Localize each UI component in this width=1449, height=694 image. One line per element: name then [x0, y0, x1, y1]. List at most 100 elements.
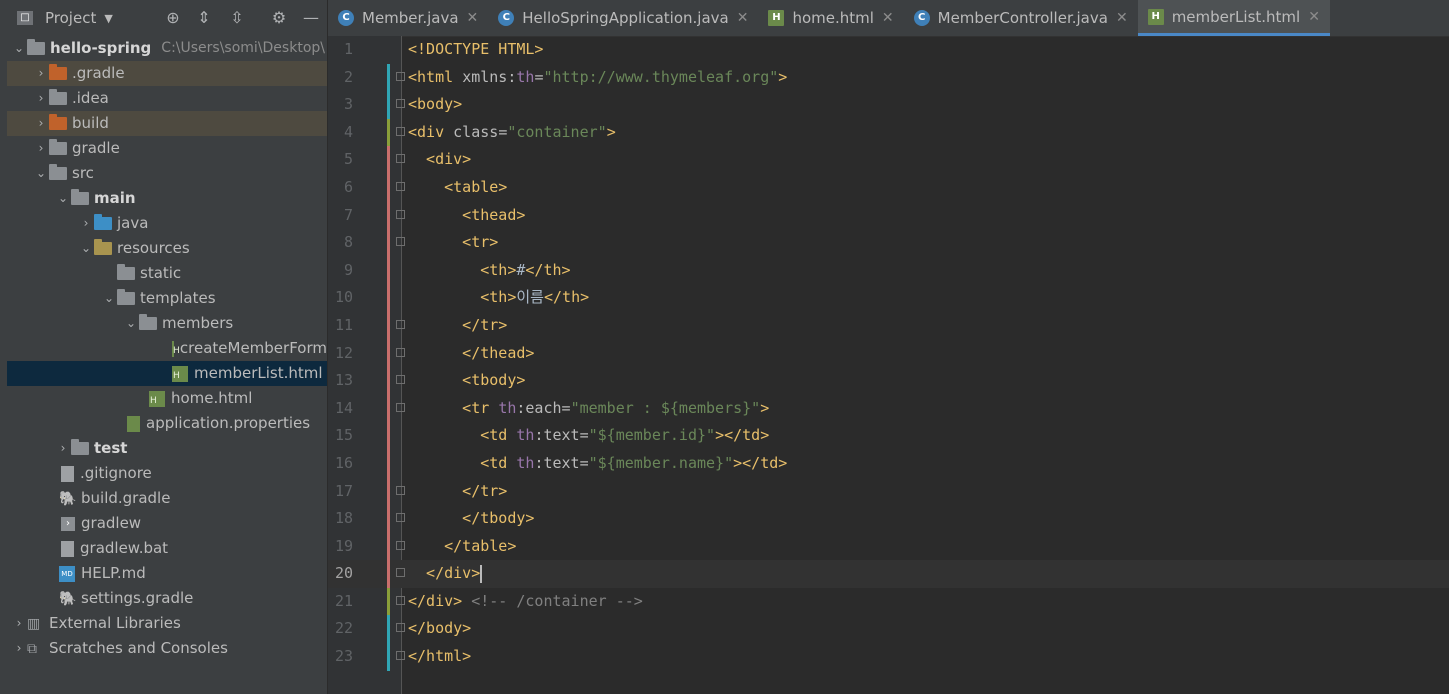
- chevron-right-icon[interactable]: ›: [33, 136, 49, 161]
- fold-marker-icon[interactable]: [396, 319, 405, 329]
- locate-icon[interactable]: ⊕: [163, 8, 183, 27]
- expand-all-icon[interactable]: ⇕: [194, 8, 214, 27]
- tree-item-templates[interactable]: ⌄ templates: [7, 286, 327, 311]
- tree-item-home[interactable]: home.html: [7, 386, 327, 411]
- tree-item-test[interactable]: › test: [7, 436, 327, 461]
- tree-item-gradlew-bat[interactable]: gradlew.bat: [7, 536, 327, 561]
- fold-marker-icon[interactable]: [396, 595, 405, 605]
- chevron-down-icon[interactable]: ⌄: [11, 36, 27, 61]
- tree-item-createmember[interactable]: createMemberForm: [7, 336, 327, 361]
- fold-marker-icon[interactable]: [396, 71, 405, 81]
- code-text: <div class="container">: [408, 119, 616, 147]
- chevron-down-icon[interactable]: ⌄: [33, 161, 49, 186]
- code-text: <tr th:each="member : ${members}">: [408, 395, 769, 423]
- tree-item-members[interactable]: ⌄ members: [7, 311, 327, 336]
- tree-item-build[interactable]: › build: [7, 111, 327, 136]
- chevron-right-icon[interactable]: ›: [11, 636, 27, 661]
- token: :text: [534, 426, 580, 445]
- chevron-right-icon[interactable]: ›: [33, 86, 49, 111]
- fold-marker-icon[interactable]: [396, 623, 405, 633]
- tree-item-java[interactable]: › java: [7, 211, 327, 236]
- fold-marker-icon[interactable]: [396, 513, 405, 523]
- tree-item-external-libraries[interactable]: › ▥ External Libraries: [7, 611, 327, 636]
- line-number: 8: [343, 233, 353, 252]
- chevron-right-icon[interactable]: ›: [78, 211, 94, 236]
- tree-item-src[interactable]: ⌄ src: [7, 161, 327, 186]
- module-folder-icon: [71, 439, 89, 455]
- tree-item-idea[interactable]: › .idea: [7, 86, 327, 111]
- fold-marker-icon[interactable]: [396, 402, 405, 412]
- change-marker: [387, 449, 390, 478]
- tree-item-hello-spring[interactable]: ⌄ hello-spring C:\Users\somi\Desktop\: [7, 36, 327, 61]
- close-icon[interactable]: ✕: [882, 10, 894, 26]
- tree-item-label: application.properties: [146, 414, 311, 432]
- tree-item-settings-gradle[interactable]: 🐘 settings.gradle: [7, 586, 327, 611]
- tree-item-label: java: [117, 214, 149, 232]
- chevron-down-icon[interactable]: ⌄: [78, 236, 94, 261]
- fold-marker-icon[interactable]: [396, 126, 405, 136]
- tab-member-list-html[interactable]: H memberList.html ✕: [1137, 0, 1330, 36]
- tree-item-build-gradle[interactable]: 🐘 build.gradle: [7, 486, 327, 511]
- fold-marker-icon[interactable]: [396, 154, 405, 164]
- tree-item-label: settings.gradle: [81, 589, 194, 607]
- chevron-down-icon[interactable]: ▼: [104, 12, 112, 25]
- tree-item-label: build.gradle: [81, 489, 171, 507]
- close-icon[interactable]: ✕: [1116, 10, 1128, 26]
- close-icon[interactable]: ✕: [737, 10, 749, 26]
- code-editor[interactable]: 1 <!DOCTYPE HTML> 2 <html xmlns:th="http…: [328, 36, 1449, 671]
- tree-item-gitignore[interactable]: .gitignore: [7, 461, 327, 486]
- tab-hello-spring-application[interactable]: C HelloSpringApplication.java ✕: [488, 0, 758, 36]
- close-icon[interactable]: ✕: [1308, 9, 1320, 25]
- chevron-down-icon[interactable]: ⌄: [55, 186, 71, 211]
- token: <td: [408, 453, 517, 472]
- change-marker: [387, 587, 390, 616]
- chevron-down-icon[interactable]: ⌄: [101, 286, 117, 311]
- fold-marker-icon[interactable]: [396, 347, 405, 357]
- fold-marker-icon[interactable]: [396, 375, 405, 385]
- fold-marker-icon[interactable]: [396, 99, 405, 109]
- minimize-icon[interactable]: —: [301, 8, 321, 27]
- change-marker: [387, 422, 390, 450]
- tab-member-java[interactable]: C Member.java ✕: [328, 0, 488, 36]
- scratches-icon: ⧉: [27, 640, 37, 657]
- tree-item-memberlist[interactable]: memberList.html: [7, 361, 327, 386]
- chevron-right-icon[interactable]: ›: [55, 436, 71, 461]
- tree-item-help-md[interactable]: MD HELP.md: [7, 561, 327, 586]
- token: <html: [408, 67, 463, 86]
- fold-marker-icon[interactable]: [396, 485, 405, 495]
- chevron-down-icon[interactable]: ⌄: [123, 311, 139, 336]
- code-text: <tr>: [408, 233, 499, 252]
- chevron-right-icon[interactable]: ›: [33, 111, 49, 136]
- tree-item-static[interactable]: static: [7, 261, 327, 286]
- properties-file-icon: [127, 415, 140, 432]
- code-text: <th>이름</th>: [408, 284, 589, 312]
- code-text: <td th:text="${member.id}"></td>: [408, 422, 769, 450]
- fold-marker-icon[interactable]: [396, 651, 405, 661]
- tree-item-main[interactable]: ⌄ main: [7, 186, 327, 211]
- tree-item-gradle-cache[interactable]: › .gradle: [7, 61, 327, 86]
- tab-home-html[interactable]: H home.html ✕: [758, 0, 903, 36]
- collapse-all-icon[interactable]: ⇳: [227, 8, 247, 27]
- tree-item-gradle[interactable]: › gradle: [7, 136, 327, 161]
- tree-item-scratches[interactable]: › ⧉ Scratches and Consoles: [7, 636, 327, 661]
- tree-item-gradlew[interactable]: › gradlew: [7, 511, 327, 536]
- fold-marker-icon[interactable]: [396, 209, 405, 219]
- libraries-icon: ▥: [27, 615, 41, 632]
- fold-marker-icon[interactable]: [396, 181, 405, 191]
- chevron-right-icon[interactable]: ›: [11, 611, 27, 636]
- line-number: 4: [343, 122, 353, 141]
- project-panel-header[interactable]: □ Project ▼ ⊕ ⇕ ⇳ ⚙ —: [7, 0, 327, 36]
- fold-marker-icon[interactable]: [396, 568, 405, 578]
- token: >: [760, 398, 770, 417]
- fold-marker-icon[interactable]: [396, 237, 405, 247]
- close-icon[interactable]: ✕: [467, 10, 479, 26]
- token: <th>: [408, 288, 517, 307]
- gear-icon[interactable]: ⚙: [269, 8, 289, 27]
- fold-marker-icon[interactable]: [396, 540, 405, 550]
- tree-item-application-properties[interactable]: application.properties: [7, 411, 327, 436]
- tab-member-controller[interactable]: C MemberController.java ✕: [904, 0, 1138, 36]
- chevron-right-icon[interactable]: ›: [33, 61, 49, 86]
- tree-item-resources[interactable]: ⌄ resources: [7, 236, 327, 261]
- code-line: 2 <html xmlns:th="http://www.thymeleaf.o…: [328, 63, 1449, 92]
- code-line: 18 </tbody>: [328, 505, 1449, 533]
